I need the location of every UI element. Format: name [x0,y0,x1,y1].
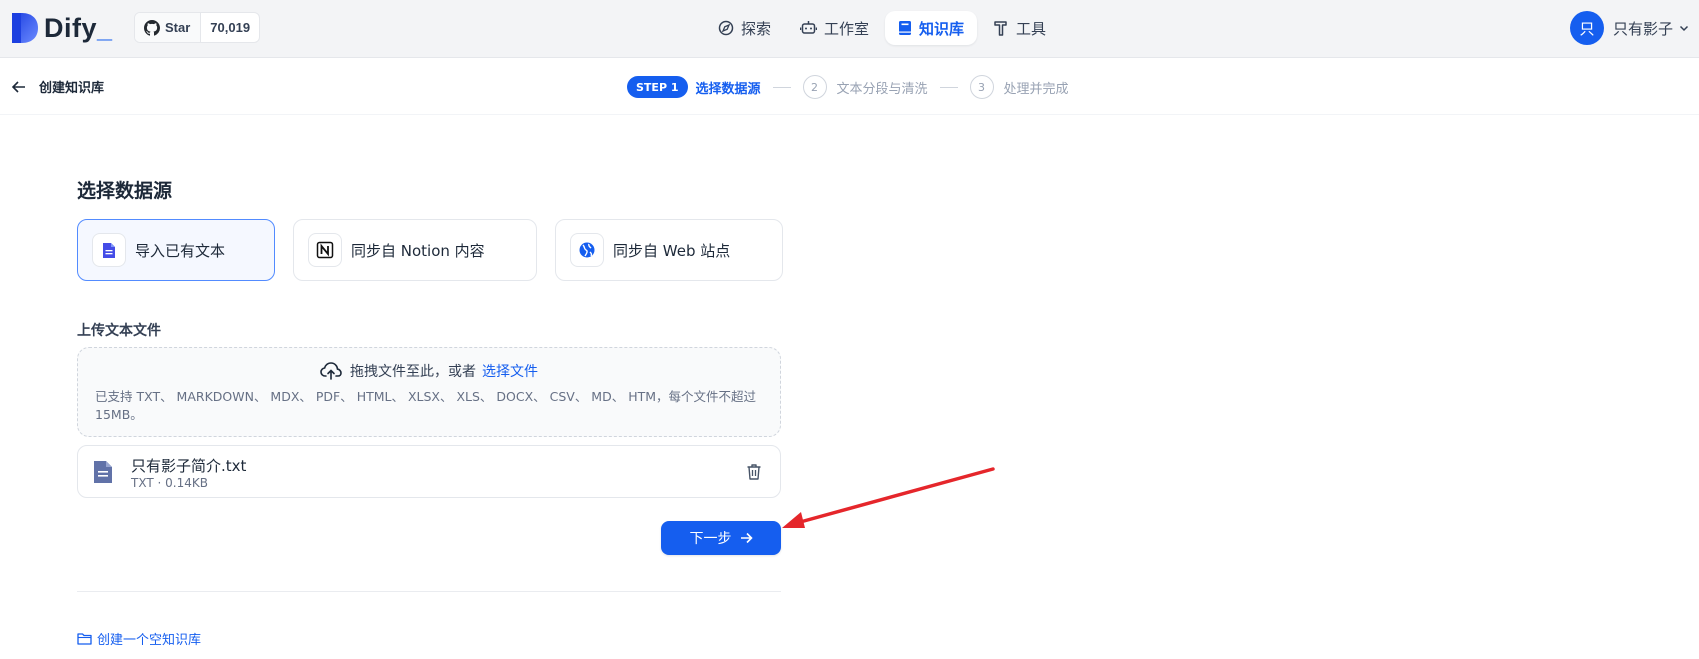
file-txt-icon [93,460,113,488]
arrow-right-icon [740,532,753,544]
step-3-number: 3 [969,75,994,99]
globe-icon [570,233,604,267]
dify-logo-icon [12,13,38,43]
next-step-button[interactable]: 下一步 [661,521,781,555]
source-notion[interactable]: 同步自 Notion 内容 [293,219,537,281]
user-menu[interactable]: 只 只有影子 [1569,10,1689,46]
user-name[interactable]: 只有影子 [1613,18,1673,39]
avatar[interactable]: 只 [1569,11,1604,45]
source-web[interactable]: 同步自 Web 站点 [555,219,783,281]
nav-knowledge-label: 知识库 [919,19,965,38]
nav-knowledge[interactable]: 知识库 [885,11,978,45]
dropzone-text: 拖拽文件至此，或者 [350,364,476,380]
source-notion-label: 同步自 Notion 内容 [351,241,485,260]
step-3-label: 处理并完成 [1003,81,1069,97]
step-separator [939,86,958,88]
create-empty-knowledge-label: 创建一个空知识库 [97,633,202,648]
supported-formats-note: 已支持 TXT、 MARKDOWN、 MDX、 PDF、 HTML、 XLSX、… [95,389,757,422]
nav-tools-label: 工具 [1016,19,1047,38]
file-meta: TXT · 0.14KB [131,476,208,490]
compass-icon [718,20,734,36]
chevron-down-icon[interactable] [1679,23,1689,33]
github-star-button[interactable]: Star [135,13,202,42]
nav-explore[interactable]: 探索 [705,11,784,45]
github-star-count[interactable]: 70,019 [201,13,259,42]
source-import-text-label: 导入已有文本 [135,241,226,260]
nav-studio-label: 工作室 [824,19,870,38]
nav-tools[interactable]: 工具 [980,11,1059,45]
annotation-arrow [782,467,995,528]
next-step-label: 下一步 [689,531,732,547]
upload-section-label: 上传文本文件 [77,323,161,339]
main-nav: 探索 工作室 知识库 工具 [705,11,1062,45]
dify-logo[interactable]: Dify_ [12,12,113,44]
step-1-badge: STEP 1 [627,76,688,98]
folder-icon [77,633,92,645]
github-star-label: Star [165,20,191,35]
step-2-label: 文本分段与清洗 [836,81,928,97]
robot-icon [800,21,818,34]
page-title: 创建知识库 [39,81,105,96]
section-divider [77,591,781,592]
document-icon [92,233,126,267]
file-dropzone[interactable]: 拖拽文件至此，或者 选择文件 已支持 TXT、 MARKDOWN、 MDX、 P… [77,347,781,437]
step-header: 创建知识库 STEP 1 选择数据源 2 文本分段与清洗 3 处理并完成 [0,58,1699,115]
github-icon [144,19,160,36]
source-import-text[interactable]: 导入已有文本 [77,219,275,281]
logo-text: Dify_ [44,12,113,43]
step-indicator: STEP 1 选择数据源 2 文本分段与清洗 3 处理并完成 [627,75,1069,99]
nav-studio[interactable]: 工作室 [787,11,882,45]
source-web-label: 同步自 Web 站点 [613,241,731,260]
select-file-link[interactable]: 选择文件 [482,361,538,381]
section-title: 选择数据源 [77,180,173,202]
dropzone-prompt: 拖拽文件至此，或者 选择文件 [78,361,780,381]
data-source-options: 导入已有文本 同步自 Notion 内容 同步自 Web 站点 [77,219,801,281]
top-navigation-bar: Dify_ Star 70,019 探索 工作室 知识库 工具 只 只有影子 [0,0,1699,58]
step-1-label: 选择数据源 [695,81,761,97]
back-to-knowledge[interactable]: 创建知识库 [12,77,104,96]
trash-icon[interactable] [746,463,762,484]
file-name: 只有影子简介.txt [131,457,247,475]
book-icon [899,21,912,35]
cloud-upload-icon [320,362,342,380]
create-empty-knowledge-link[interactable]: 创建一个空知识库 [77,629,201,648]
notion-icon [308,233,342,267]
step-separator [772,86,791,88]
step-2-number: 2 [802,75,827,99]
nav-explore-label: 探索 [741,19,772,38]
arrow-left-icon[interactable] [12,80,26,94]
uploaded-file-item[interactable]: 只有影子简介.txt TXT · 0.14KB [77,445,781,498]
github-star-widget[interactable]: Star 70,019 [134,12,261,43]
hammer-icon [994,21,1007,36]
